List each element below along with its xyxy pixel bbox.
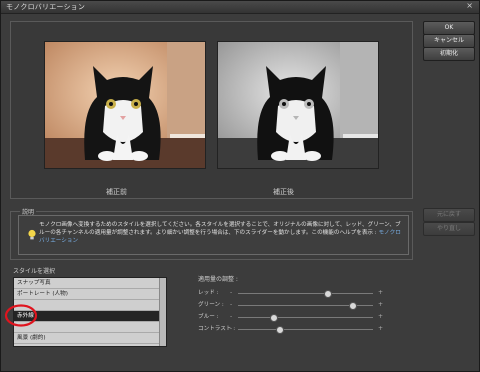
after-label: 補正後 [273,188,294,196]
dialog-window: モノクロバリエーション × こ楽 [0,0,480,372]
style-select-label: スタイルを選択 [13,268,56,275]
slider-blue-handle[interactable] [270,314,279,322]
slider-blue: ブルー : - + [198,312,388,322]
slider-green-label: グリーン : [198,302,224,308]
slider-red-handle[interactable] [324,290,333,298]
adjust-label: 適用量の調整 : [198,276,238,283]
ok-button[interactable]: OK [423,21,475,35]
slider-red-label: レッド : [198,290,219,296]
reset-button[interactable]: 初期化 [423,47,475,61]
slider-blue-track[interactable] [238,317,373,318]
slider-blue-minus: - [230,313,233,320]
slider-green-plus: + [378,301,384,308]
description-box: モノクロ画像へ変換するためのスタイルを選択してください。各スタイルを選択すること… [18,215,409,255]
slider-contrast-handle[interactable] [275,326,284,334]
style-list-scrollbar[interactable] [159,278,166,346]
slider-red-plus: + [378,289,384,296]
undo-button[interactable]: 元に戻す [423,208,475,222]
description-text: モノクロ画像へ変換するためのスタイルを選択してください。各スタイルを選択すること… [39,221,404,245]
slider-red-track[interactable] [238,293,373,294]
slider-contrast-track[interactable] [238,329,373,330]
title-bar[interactable]: モノクロバリエーション × [1,1,479,14]
slider-red: レッド : - + [198,288,388,298]
style-item-portrait[interactable]: ポートレート (人物) [14,289,161,300]
description-panel: 説明 モノクロ画像へ変換するためのスタイルを選択してください。各スタイルを選択す… [10,207,413,260]
lightbulb-icon [28,229,36,240]
slider-red-minus: - [230,289,233,296]
after-photo: こ楽 [217,41,379,169]
slider-green: グリーン : - + [198,300,388,310]
slider-contrast-plus: + [378,325,384,332]
preview-panel: こ楽 [10,21,413,199]
style-item-landscape-dramatic[interactable]: 風景 (劇的) [14,333,161,344]
before-label: 補正前 [106,188,127,196]
slider-contrast: コントラスト : - + [198,324,388,334]
slider-blue-plus: + [378,313,384,320]
slider-contrast-minus: - [230,325,233,332]
slider-blue-label: ブルー : [198,314,219,320]
style-item-snapshot[interactable]: スナップ写真 [14,278,161,289]
slider-green-minus: - [230,301,233,308]
description-body: モノクロ画像へ変換するためのスタイルを選択してください。各スタイルを選択すること… [39,222,401,236]
window-title: モノクロバリエーション [6,3,86,11]
close-icon[interactable]: × [466,1,473,10]
redo-button[interactable]: やり直し [423,222,475,236]
slider-green-handle[interactable] [348,302,357,310]
highlight-circle [4,304,38,327]
before-photo: こ楽 [44,41,206,169]
cancel-button[interactable]: キャンセル [423,34,475,48]
